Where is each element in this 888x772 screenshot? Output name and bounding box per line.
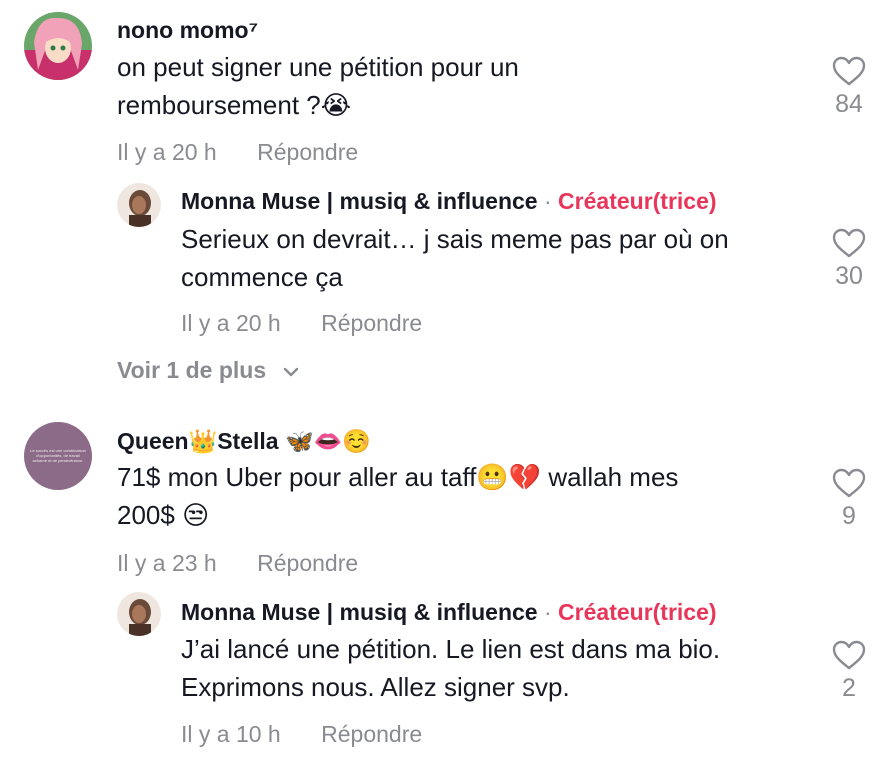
creator-badge: Créateur(trice) bbox=[558, 599, 717, 625]
comment-meta: Il y a 20 h Répondre bbox=[117, 139, 358, 166]
like-button[interactable]: 30 bbox=[819, 228, 879, 291]
avatar[interactable]: Le succès est une combinaison d'opportun… bbox=[24, 422, 92, 490]
like-button[interactable]: 9 bbox=[819, 468, 879, 531]
comment-text-line: 71$ mon Uber pour aller au taff😬💔 wallah… bbox=[117, 462, 679, 492]
reply-text: J’ai lancé une pétition. Le lien est dan… bbox=[181, 630, 821, 706]
reply-username[interactable]: Monna Muse | musiq & influence bbox=[181, 599, 538, 625]
heart-icon bbox=[832, 640, 866, 670]
comment-meta: Il y a 23 h Répondre bbox=[117, 550, 358, 577]
comment-username[interactable]: Queen👑Stella 🦋👄☺️ bbox=[117, 428, 371, 455]
reply-meta: Il y a 20 h Répondre bbox=[181, 310, 422, 337]
reply-text-line: Serieux on devrait… j sais meme pas par … bbox=[181, 224, 729, 254]
reply-button[interactable]: Répondre bbox=[257, 139, 358, 166]
reply-username[interactable]: Monna Muse | musiq & influence bbox=[181, 188, 538, 214]
avatar-quote-text: Le succès est une combinaison d'opportun… bbox=[30, 448, 86, 463]
like-count: 2 bbox=[842, 674, 856, 702]
comment-text-line: remboursement ?😭 bbox=[117, 90, 352, 120]
like-count: 84 bbox=[835, 90, 863, 118]
comment-timestamp: Il y a 23 h bbox=[117, 550, 217, 576]
reply-username-line: Monna Muse | musiq & influence · Créateu… bbox=[181, 599, 717, 626]
chevron-down-icon bbox=[283, 367, 298, 377]
separator-dot: · bbox=[543, 599, 552, 625]
avatar[interactable] bbox=[117, 183, 161, 227]
heart-icon bbox=[832, 56, 866, 86]
heart-icon bbox=[832, 228, 866, 258]
reply-button[interactable]: Répondre bbox=[257, 550, 358, 577]
heart-icon bbox=[832, 468, 866, 498]
view-more-replies-button[interactable]: Voir 1 de plus bbox=[117, 357, 299, 384]
reply-text: Serieux on devrait… j sais meme pas par … bbox=[181, 220, 821, 296]
reply-meta: Il y a 10 h Répondre bbox=[181, 721, 422, 748]
separator-dot: · bbox=[543, 188, 552, 214]
like-button[interactable]: 2 bbox=[819, 640, 879, 703]
reply-button[interactable]: Répondre bbox=[321, 721, 422, 748]
reply-button[interactable]: Répondre bbox=[321, 310, 422, 337]
reply-text-line: Exprimons nous. Allez signer svp. bbox=[181, 672, 570, 702]
like-count: 9 bbox=[842, 502, 856, 530]
creator-badge: Créateur(trice) bbox=[558, 188, 717, 214]
reply-timestamp: Il y a 20 h bbox=[181, 310, 281, 336]
like-button[interactable]: 84 bbox=[819, 56, 879, 119]
comment-text: 71$ mon Uber pour aller au taff😬💔 wallah… bbox=[117, 458, 807, 534]
reply-timestamp: Il y a 10 h bbox=[181, 721, 281, 747]
reply-text-line: commence ça bbox=[181, 262, 343, 292]
comment-text-line: 200$ 😒 bbox=[117, 500, 210, 530]
avatar[interactable] bbox=[117, 592, 161, 636]
reply-text-line: J’ai lancé une pétition. Le lien est dan… bbox=[181, 634, 721, 664]
view-more-label: Voir 1 de plus bbox=[117, 357, 267, 383]
comment-username[interactable]: nono momo⁷ bbox=[117, 17, 258, 44]
reply-username-line: Monna Muse | musiq & influence · Créateu… bbox=[181, 188, 717, 215]
avatar[interactable] bbox=[24, 12, 92, 80]
comment-text-line: on peut signer une pétition pour un bbox=[117, 52, 519, 82]
comment-timestamp: Il y a 20 h bbox=[117, 139, 217, 165]
comment-text: on peut signer une pétition pour un remb… bbox=[117, 48, 807, 124]
like-count: 30 bbox=[835, 262, 863, 290]
